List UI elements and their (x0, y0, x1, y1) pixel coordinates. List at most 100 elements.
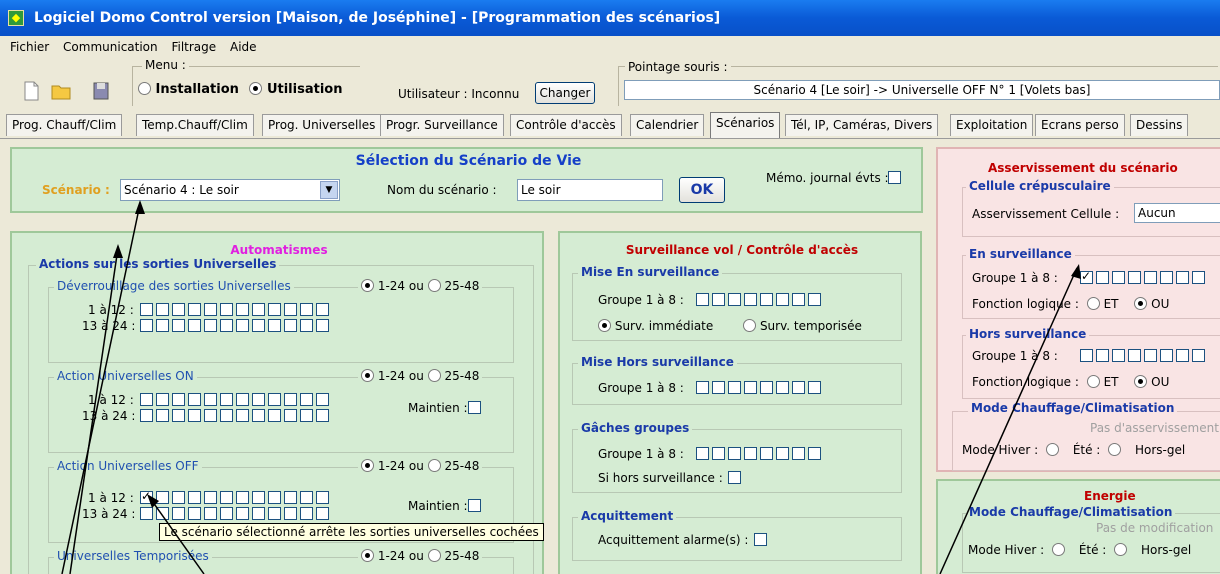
ete-radio[interactable] (1114, 543, 1128, 556)
checkbox-2[interactable] (712, 381, 725, 394)
checkbox-4[interactable] (188, 491, 201, 504)
checkbox-4[interactable] (188, 319, 201, 332)
range-25-48-radio[interactable] (427, 369, 441, 382)
checkbox-5[interactable] (204, 491, 217, 504)
checkbox-7[interactable] (236, 303, 249, 316)
checkbox-1[interactable] (696, 447, 709, 460)
range-25-48-radio[interactable] (427, 459, 441, 472)
checkbox-9[interactable] (268, 409, 281, 422)
checkbox-3[interactable] (172, 393, 185, 406)
ou-radio[interactable] (1134, 375, 1148, 388)
checkbox-9[interactable] (268, 393, 281, 406)
tab-tel-ip[interactable]: Tél, IP, Caméras, Divers (785, 114, 939, 136)
ou-radio[interactable] (1134, 297, 1148, 310)
checkbox-8[interactable] (808, 293, 821, 306)
checkbox-7[interactable] (792, 293, 805, 306)
checkbox-10[interactable] (284, 409, 297, 422)
maintien-on-checkbox[interactable] (468, 401, 481, 414)
range-1-24-radio[interactable] (361, 279, 374, 292)
checkbox-11[interactable] (300, 507, 313, 520)
change-user-button[interactable]: Changer (535, 82, 595, 104)
checkbox-12[interactable] (316, 319, 329, 332)
save-icon[interactable] (90, 80, 112, 102)
checkbox-10[interactable] (284, 303, 297, 316)
checkbox-6[interactable] (776, 447, 789, 460)
si-hors-checkbox[interactable] (728, 471, 741, 484)
surv-immediate-radio[interactable] (598, 319, 611, 332)
tab-temp-chauff[interactable]: Temp.Chauff/Clim (136, 114, 254, 136)
checkbox-11[interactable] (300, 491, 313, 504)
checkbox-1[interactable] (140, 319, 153, 332)
checkbox-6[interactable] (220, 393, 233, 406)
checkbox-3[interactable] (1112, 271, 1125, 284)
checkbox-6[interactable] (220, 507, 233, 520)
checkbox-1[interactable] (140, 393, 153, 406)
checkbox-7[interactable] (1176, 349, 1189, 362)
checkbox-5[interactable] (760, 293, 773, 306)
utilisation-radio[interactable] (249, 82, 263, 95)
checkbox-7[interactable] (236, 393, 249, 406)
checkbox-4[interactable] (188, 507, 201, 520)
checkbox-6[interactable] (220, 303, 233, 316)
checkbox-8[interactable] (252, 393, 265, 406)
checkbox-3[interactable] (172, 319, 185, 332)
checkbox-8[interactable] (252, 507, 265, 520)
checkbox-9[interactable] (268, 507, 281, 520)
checkbox-5[interactable] (204, 507, 217, 520)
open-folder-icon[interactable] (50, 80, 72, 102)
checkbox-5[interactable] (1144, 349, 1157, 362)
checkbox-5[interactable] (760, 447, 773, 460)
chevron-down-icon[interactable]: ▼ (320, 181, 338, 199)
new-file-icon[interactable] (20, 80, 42, 102)
checkbox-5[interactable] (1144, 271, 1157, 284)
checkbox-5[interactable] (204, 303, 217, 316)
checkbox-8[interactable] (252, 491, 265, 504)
tab-calendrier[interactable]: Calendrier (630, 114, 705, 136)
checkbox-1[interactable] (140, 303, 153, 316)
et-radio[interactable] (1086, 375, 1100, 388)
maintien-off-checkbox[interactable] (468, 499, 481, 512)
ete-radio[interactable] (1108, 443, 1122, 456)
checkbox-4[interactable] (1128, 349, 1141, 362)
memo-checkbox[interactable] (888, 171, 901, 184)
checkbox-2[interactable] (156, 393, 169, 406)
checkbox-1[interactable] (1080, 349, 1093, 362)
menu-filtrage[interactable]: Filtrage (171, 40, 216, 54)
checkbox-1[interactable] (140, 409, 153, 422)
range-1-24-radio[interactable] (361, 369, 374, 382)
checkbox-8[interactable] (252, 303, 265, 316)
tab-dessins[interactable]: Dessins (1130, 114, 1189, 136)
tab-scenarios[interactable]: Scénarios (710, 112, 781, 138)
tab-exploitation[interactable]: Exploitation (950, 114, 1034, 136)
checkbox-8[interactable] (252, 409, 265, 422)
checkbox-2[interactable] (1096, 349, 1109, 362)
checkbox-4[interactable] (744, 293, 757, 306)
checkbox-2[interactable] (156, 507, 169, 520)
surv-temporisee-radio[interactable] (743, 319, 757, 332)
checkbox-7[interactable] (792, 447, 805, 460)
range-1-24-radio[interactable] (361, 549, 374, 562)
checkbox-6[interactable] (220, 491, 233, 504)
checkbox-4[interactable] (188, 409, 201, 422)
checkbox-10[interactable] (284, 507, 297, 520)
checkbox-7[interactable] (236, 409, 249, 422)
mode-hiver-radio[interactable] (1051, 543, 1065, 556)
checkbox-3[interactable] (728, 293, 741, 306)
checkbox-10[interactable] (284, 491, 297, 504)
checkbox-9[interactable] (268, 491, 281, 504)
mode-hiver-radio[interactable] (1045, 443, 1059, 456)
checkbox-1[interactable] (696, 381, 709, 394)
checkbox-8[interactable] (808, 381, 821, 394)
checkbox-6[interactable] (776, 293, 789, 306)
checkbox-5[interactable] (204, 319, 217, 332)
checkbox-7[interactable] (236, 507, 249, 520)
checkbox-11[interactable] (300, 303, 313, 316)
checkbox-5[interactable] (204, 409, 217, 422)
checkbox-3[interactable] (172, 409, 185, 422)
tab-prog-universelles[interactable]: Prog. Universelles (262, 114, 382, 136)
checkbox-2[interactable] (712, 293, 725, 306)
checkbox-9[interactable] (268, 303, 281, 316)
checkbox-5[interactable] (760, 381, 773, 394)
checkbox-4[interactable] (188, 303, 201, 316)
scenario-select[interactable]: Scénario 4 : Le soir ▼ (120, 179, 340, 201)
